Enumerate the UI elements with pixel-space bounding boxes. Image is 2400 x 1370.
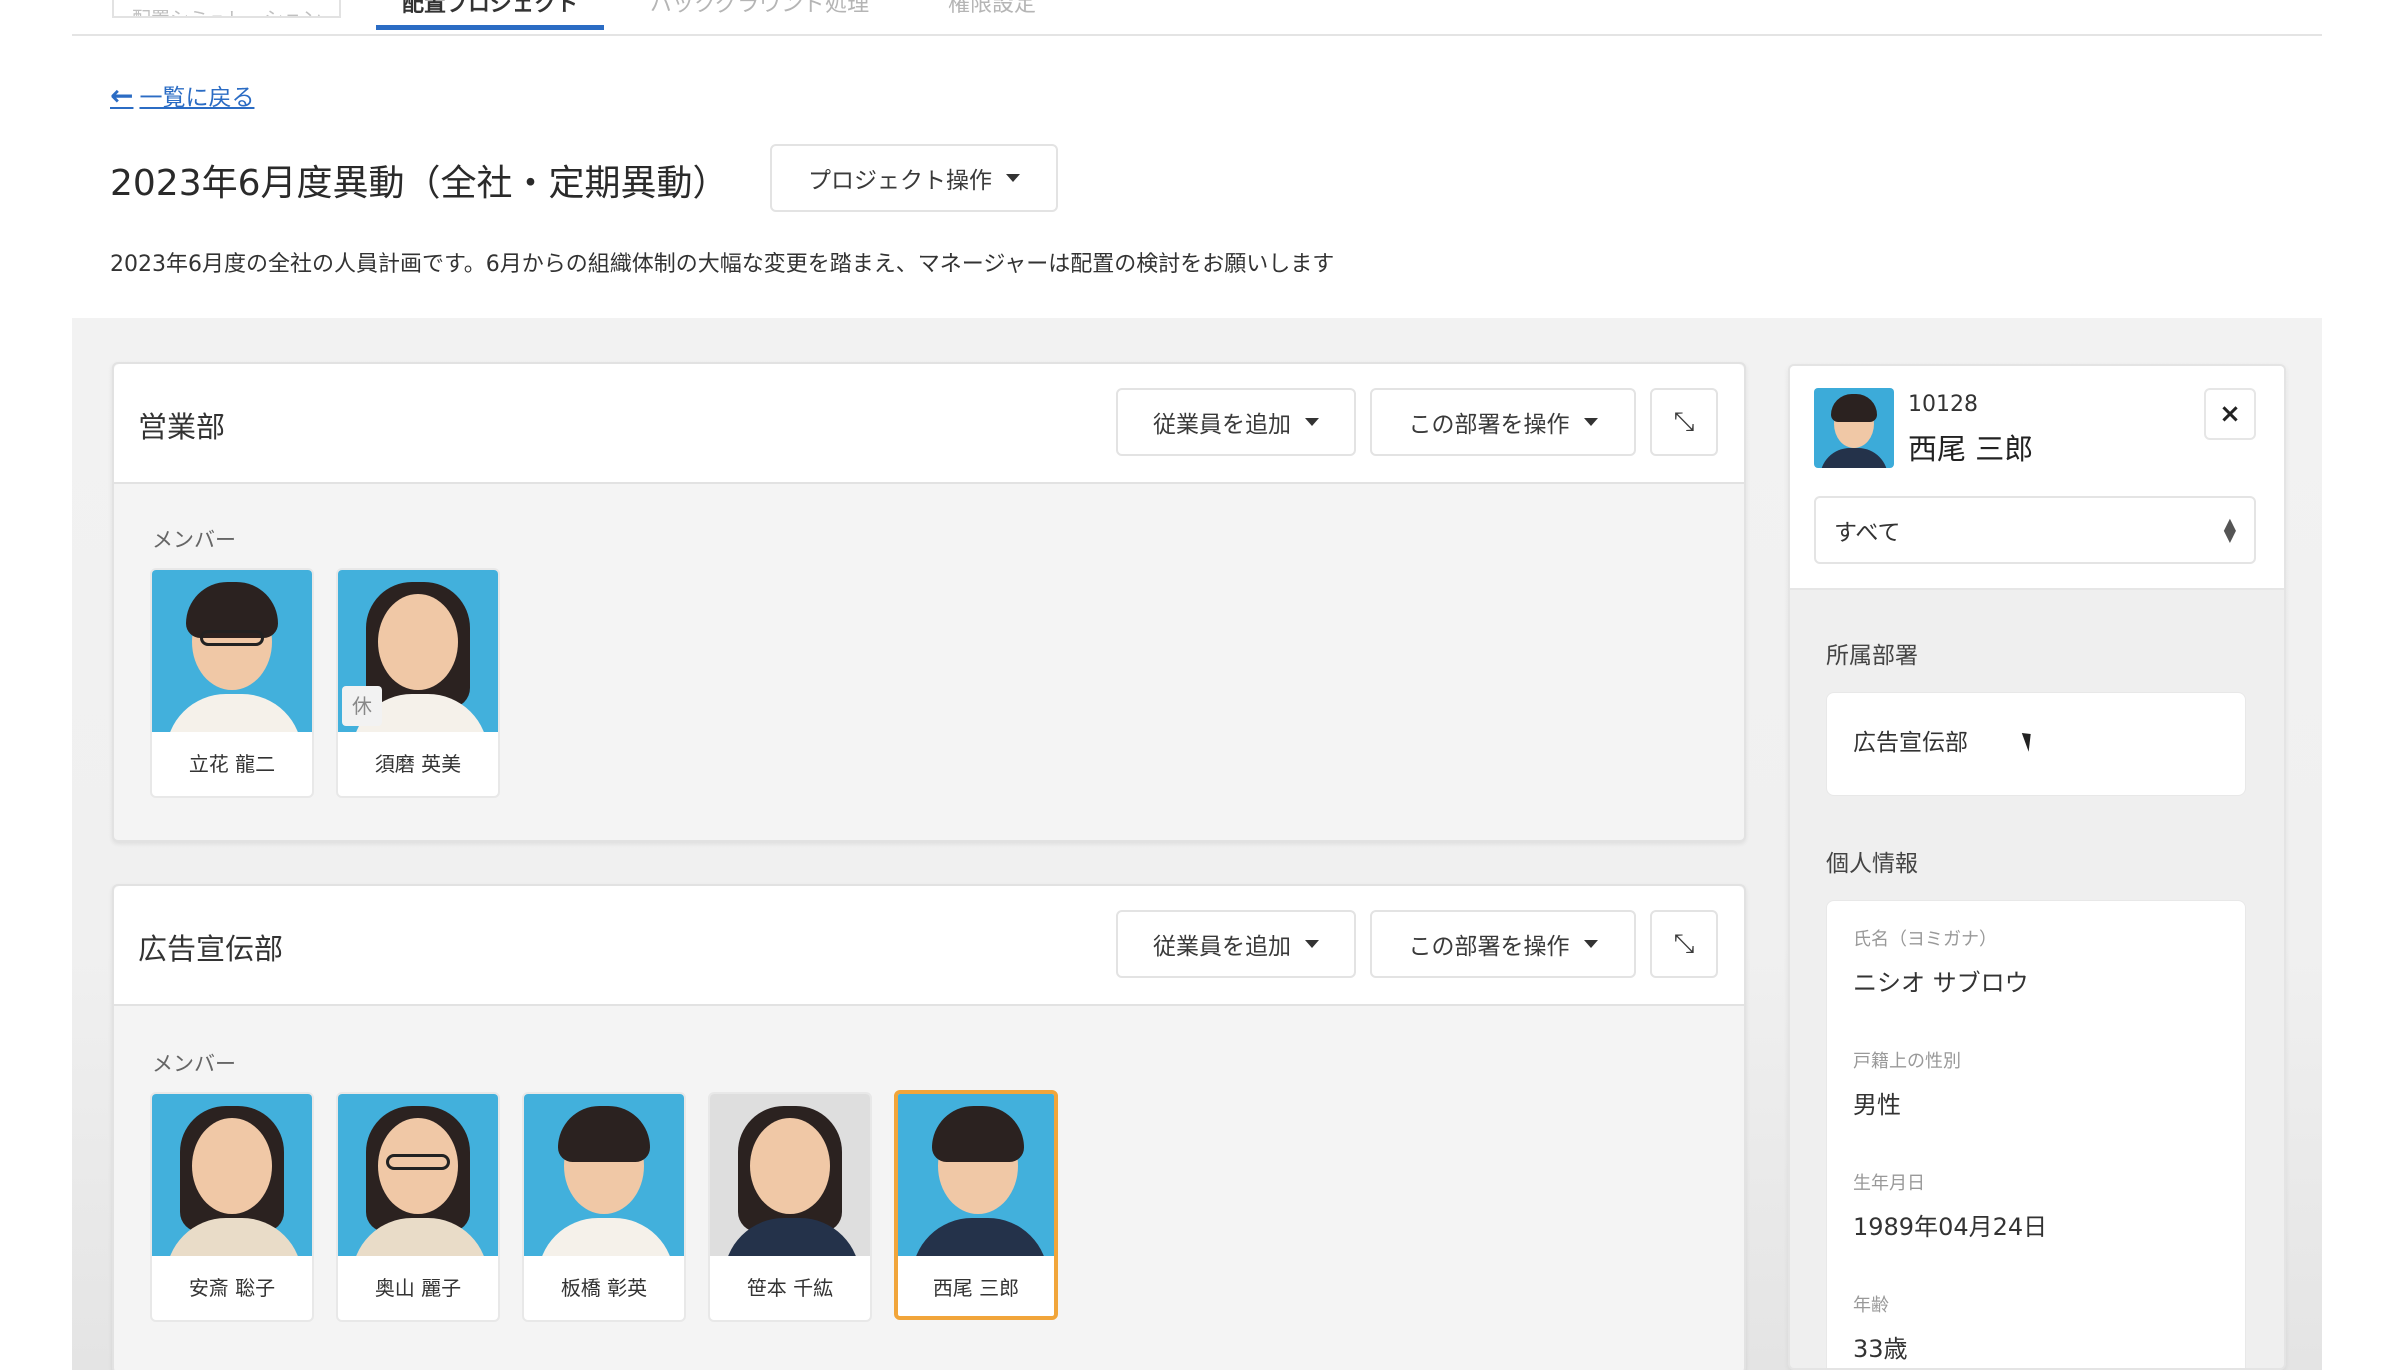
department-action-button[interactable]: この部署を操作	[1370, 910, 1636, 978]
member-photo	[338, 1094, 498, 1256]
field-value: ニシオ サブロウ	[1853, 969, 2029, 997]
back-link-label: 一覧に戻る	[139, 85, 255, 111]
project-action-label: プロジェクト操作	[808, 168, 992, 194]
member-name: 立花 龍二	[188, 752, 276, 776]
personal-info-card: 氏名（ヨミガナ） ニシオ サブロウ 戸籍上の性別 男性 生年月日 1989年04…	[1826, 900, 2246, 1368]
employee-name: 西尾 三郎	[1908, 432, 2034, 466]
department-action-label: この部署を操作	[1408, 934, 1570, 960]
collapse-department-button[interactable]: ⤡	[1650, 388, 1718, 456]
member-photo	[524, 1094, 684, 1256]
tab-permission-settings[interactable]: 権限設定	[948, 0, 1036, 30]
personal-info-section-label: 個人情報	[1826, 851, 1918, 877]
back-to-list-link[interactable]: ← 一覧に戻る	[110, 78, 254, 112]
project-description: 2023年6月度の全社の人員計画です。6月からの組織体制の大幅な変更を踏まえ、マ…	[110, 252, 1335, 277]
member-name: 板橋 彰英	[560, 1276, 648, 1300]
department-name: 営業部	[138, 410, 226, 444]
member-card[interactable]: 板橋 彰英	[522, 1092, 686, 1322]
caret-down-icon	[1583, 940, 1598, 948]
page-title: 2023年6月度異動（全社・定期異動）	[110, 163, 729, 204]
members-label: メンバー	[152, 1052, 236, 1076]
avatar	[1814, 388, 1894, 468]
member-name: 須磨 英美	[374, 752, 462, 776]
member-card[interactable]: 奥山 麗子	[336, 1092, 500, 1322]
department-action-button[interactable]: この部署を操作	[1370, 388, 1636, 456]
close-icon: ×	[2219, 399, 2241, 429]
project-action-button[interactable]: プロジェクト操作	[770, 144, 1058, 212]
field-label: 氏名（ヨミガナ）	[1853, 929, 1997, 950]
department-action-label: この部署を操作	[1408, 412, 1570, 438]
department-header: 広告宣伝部 従業員を追加 この部署を操作 ⤡	[114, 886, 1744, 1006]
sort-arrows-icon: ▲ ▼	[2223, 514, 2236, 545]
members-label: メンバー	[152, 528, 236, 552]
add-employee-label: 従業員を追加	[1153, 412, 1291, 438]
add-employee-label: 従業員を追加	[1153, 934, 1291, 960]
add-employee-button[interactable]: 従業員を追加	[1116, 388, 1356, 456]
member-name: 笹本 千紘	[746, 1276, 834, 1300]
collapse-arrows-icon: ⤡	[1673, 406, 1695, 437]
member-name: 安斎 聡子	[188, 1276, 276, 1300]
member-photo	[152, 570, 312, 732]
member-name: 奥山 麗子	[374, 1276, 462, 1300]
top-tab-bar: 配置シミュレーション 配置プロジェクト バックグラウンド処理 権限設定	[72, 0, 2322, 36]
caret-down-icon	[1305, 418, 1319, 426]
department-card-sales: 営業部 従業員を追加 この部署を操作 ⤡ メンバー 立花 龍二 休 須磨 英美	[112, 362, 1746, 842]
member-card[interactable]: 安斎 聡子	[150, 1092, 314, 1322]
tab-background-processing[interactable]: バックグラウンド処理	[650, 0, 869, 30]
member-card[interactable]: 笹本 千紘	[708, 1092, 872, 1322]
field-label: 年齢	[1853, 1295, 1889, 1316]
field-value: 33歳	[1853, 1335, 1908, 1363]
add-employee-button[interactable]: 従業員を追加	[1116, 910, 1356, 978]
collapse-arrows-icon: ⤡	[1673, 928, 1695, 959]
close-panel-button[interactable]: ×	[2204, 388, 2256, 440]
tab-placement-project[interactable]: 配置プロジェクト	[376, 0, 605, 30]
member-card[interactable]: 休 須磨 英美	[336, 568, 500, 798]
field-value: 男性	[1853, 1091, 1901, 1119]
field-label: 戸籍上の性別	[1853, 1051, 1961, 1072]
department-value: 広告宣伝部	[1853, 730, 1968, 756]
field-label: 生年月日	[1853, 1173, 1925, 1194]
department-card[interactable]: 広告宣伝部	[1826, 692, 2246, 796]
member-card-selected[interactable]: 西尾 三郎	[894, 1090, 1058, 1320]
employee-id: 10128	[1908, 392, 1978, 417]
department-name: 広告宣伝部	[138, 932, 284, 966]
tab-placement-simulation[interactable]: 配置シミュレーション	[112, 0, 342, 18]
member-name: 西尾 三郎	[932, 1276, 1020, 1300]
department-card-advertising: 広告宣伝部 従業員を追加 この部署を操作 ⤡ メンバー 安斎 聡子 奥山 麗子 …	[112, 884, 1746, 1370]
employee-detail-panel: 10128 西尾 三郎 × すべて ▲ ▼ 所属部署 広告宣伝部 個人情報 氏名（…	[1788, 364, 2286, 1370]
member-card[interactable]: 立花 龍二	[150, 568, 314, 798]
leave-badge: 休	[342, 686, 382, 726]
department-header: 営業部 従業員を追加 この部署を操作 ⤡	[114, 364, 1744, 484]
info-filter-select[interactable]: すべて ▲ ▼	[1814, 496, 2256, 564]
mouse-cursor-icon	[2021, 730, 2037, 752]
department-section-label: 所属部署	[1826, 643, 1918, 669]
panel-header: 10128 西尾 三郎 × すべて ▲ ▼	[1790, 366, 2284, 590]
member-photo	[710, 1094, 870, 1256]
filter-value: すべて	[1834, 520, 1901, 546]
arrow-left-icon: ←	[110, 78, 134, 112]
member-photo	[152, 1094, 312, 1256]
field-value: 1989年04月24日	[1853, 1213, 2048, 1241]
member-photo	[898, 1094, 1054, 1256]
caret-down-icon	[1305, 940, 1319, 948]
caret-down-icon	[1583, 418, 1598, 426]
collapse-department-button[interactable]: ⤡	[1650, 910, 1718, 978]
caret-down-icon	[1006, 174, 1020, 182]
